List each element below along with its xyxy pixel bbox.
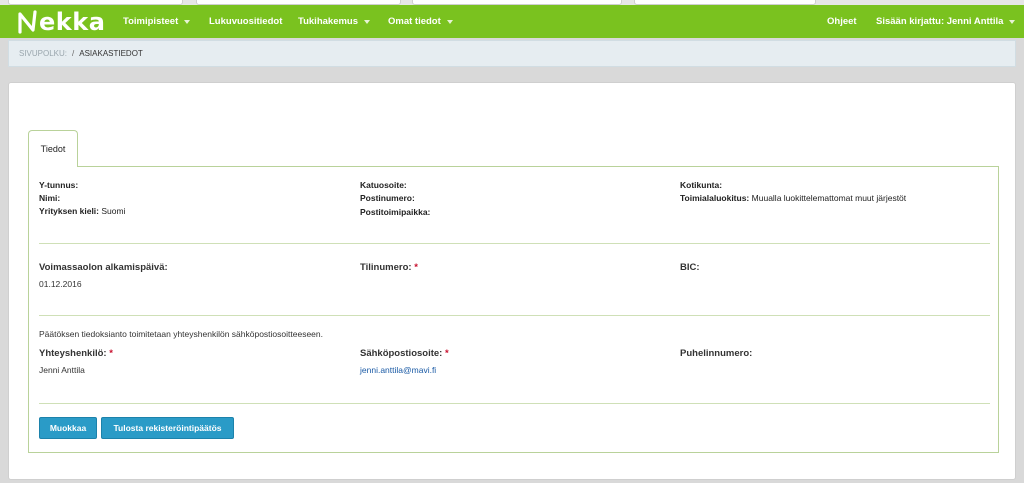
print-registration-button[interactable]: Tulosta rekisteröintipäätös xyxy=(101,417,234,439)
tab-label: Tiedot xyxy=(40,144,66,154)
logo-text: ekka xyxy=(39,8,106,36)
phone-label: Puhelinnumero: xyxy=(680,348,753,359)
tab-tiedot[interactable]: Tiedot xyxy=(28,130,78,167)
field-label: Postitoimipaikka: xyxy=(360,207,431,217)
field-postinumero: Postinumero: xyxy=(360,192,415,205)
field-label: Kotikunta: xyxy=(680,180,723,190)
contact-person-value: Jenni Anttila xyxy=(39,365,85,375)
field-postitoimipaikka: Postitoimipaikka: xyxy=(360,206,430,219)
divider xyxy=(39,243,990,244)
account-label-text: Tilinumero: xyxy=(360,262,412,273)
field-label: Postinumero: xyxy=(360,193,415,203)
breadcrumb-label: SIVUPOLKU: xyxy=(19,49,68,58)
field-label: Nimi: xyxy=(39,193,61,203)
field-toimialaluokitus: Toimialaluokitus: Muualla luokittelematt… xyxy=(680,192,906,205)
nav-label: Toimipisteet xyxy=(123,16,179,27)
field-label: Y-tunnus: xyxy=(39,180,79,190)
field-label: Yrityksen kieli: xyxy=(39,206,100,216)
top-navbar: ekka Toimipisteet Lukuvuositiedot Tukiha… xyxy=(0,5,1024,38)
contact-notice: Päätöksen tiedoksianto toimitetaan yhtey… xyxy=(39,329,323,339)
required-marker: * xyxy=(444,348,449,359)
divider xyxy=(39,315,990,316)
field-kotikunta: Kotikunta: xyxy=(680,179,722,192)
nav-label: Tukihakemus xyxy=(298,16,359,27)
bic-label: BIC: xyxy=(680,262,700,273)
field-label: Katuosoite: xyxy=(360,180,407,190)
field-value: Suomi xyxy=(101,206,126,216)
help-link[interactable]: Ohjeet xyxy=(827,5,857,38)
help-label: Ohjeet xyxy=(827,16,857,27)
nav-lukuvuositiedot[interactable]: Lukuvuositiedot xyxy=(209,5,282,38)
contact-person-label: Yhteyshenkilö: * xyxy=(39,348,113,359)
contact-person-label-text: Yhteyshenkilö: xyxy=(39,348,107,359)
breadcrumb-current: ASIAKASTIEDOT xyxy=(79,49,143,58)
nav-tukihakemus[interactable]: Tukihakemus xyxy=(298,5,371,38)
edit-button[interactable]: Muokkaa xyxy=(39,417,97,439)
nav-label: Lukuvuositiedot xyxy=(209,16,283,27)
main-panel: Tiedot Y-tunnus: Nimi: Yrityksen kieli: … xyxy=(8,82,1016,480)
field-katuosoite: Katuosoite: xyxy=(360,179,407,192)
nekka-logo[interactable]: ekka xyxy=(18,8,106,36)
chevron-down-icon xyxy=(446,19,453,24)
chevron-down-icon xyxy=(184,19,191,24)
email-label-text: Sähköpostiosoite: xyxy=(360,348,443,359)
chevron-down-icon xyxy=(1009,19,1016,24)
required-marker: * xyxy=(414,262,418,273)
field-nimi: Nimi: xyxy=(39,192,60,205)
email-link[interactable]: jenni.anttila@mavi.fi xyxy=(360,365,436,375)
nav-label: Omat tiedot xyxy=(388,16,441,27)
field-value: Muualla luokittelemattomat muut järjestö… xyxy=(751,193,907,203)
user-menu[interactable]: Sisään kirjattu: Jenni Anttila xyxy=(876,5,1016,38)
required-marker: * xyxy=(109,348,113,359)
breadcrumb: SIVUPOLKU: / ASIAKASTIEDOT xyxy=(8,40,1016,67)
breadcrumb-separator: / xyxy=(72,49,75,58)
nav-toimipisteet[interactable]: Toimipisteet xyxy=(123,5,191,38)
email-label: Sähköpostiosoite: * xyxy=(360,348,449,359)
nav-omat-tiedot[interactable]: Omat tiedot xyxy=(388,5,453,38)
user-label: Sisään kirjattu: Jenni Anttila xyxy=(876,16,1004,27)
account-label: Tilinumero: * xyxy=(360,262,418,273)
chevron-down-icon xyxy=(364,19,371,24)
field-yrityksen-kieli: Yrityksen kieli: Suomi xyxy=(39,205,125,218)
logo-n-icon xyxy=(18,10,38,34)
tab-content: Y-tunnus: Nimi: Yrityksen kieli: Suomi K… xyxy=(28,166,999,453)
field-y-tunnus: Y-tunnus: xyxy=(39,179,78,192)
validity-label: Voimassaolon alkamispäivä: xyxy=(39,262,168,273)
field-label: Toimialaluokitus: xyxy=(680,193,750,203)
divider xyxy=(39,403,990,404)
validity-value: 01.12.2016 xyxy=(39,279,82,289)
